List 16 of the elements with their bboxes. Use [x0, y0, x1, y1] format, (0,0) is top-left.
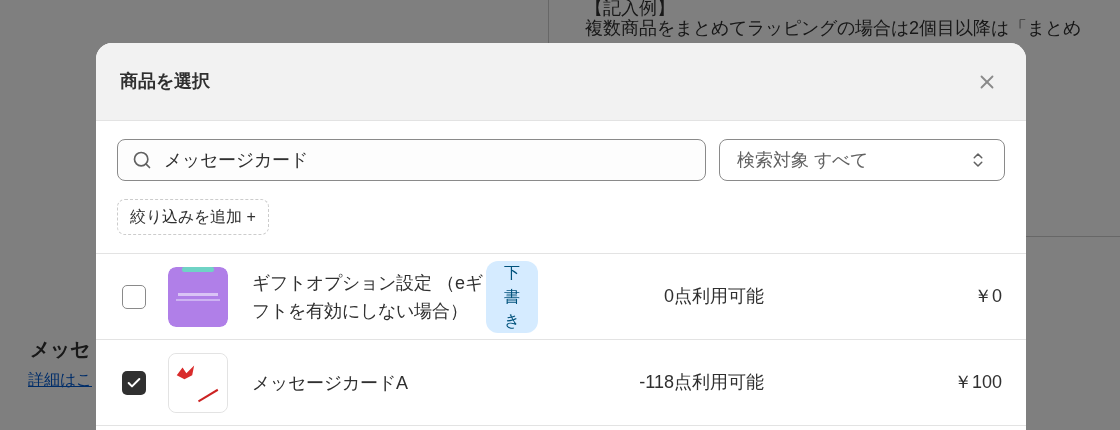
price: ￥0	[973, 285, 1002, 308]
add-filter-button[interactable]: 絞り込みを追加 +	[117, 199, 269, 235]
dialog-title: 商品を選択	[120, 70, 210, 93]
status-badge: 下書き	[486, 260, 538, 333]
price: ￥100	[952, 371, 1002, 394]
product-checkbox[interactable]	[122, 284, 146, 309]
scope-select[interactable]: 検索対象 すべて	[719, 139, 1005, 181]
example-text: 複数商品をまとめてラッピングの場合は2個目以降は「まとめ	[585, 18, 1082, 38]
product-name: メッセージカードA	[252, 371, 409, 395]
product-checkbox[interactable]	[122, 370, 146, 395]
search-icon	[132, 150, 152, 170]
availability: -118点利用可能	[638, 371, 764, 394]
product-name: ギフトオプション設定 （eギフトを有効にしない場合）	[252, 271, 484, 323]
search-field[interactable]: メッセージカード	[117, 139, 706, 181]
section-title: メッセ	[30, 337, 91, 362]
availability: 0点利用可能	[663, 285, 764, 308]
